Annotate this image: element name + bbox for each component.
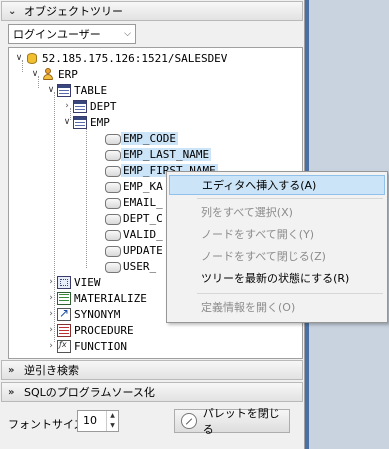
column-icon (105, 244, 121, 257)
tree-node-table-folder[interactable]: ∨ TABLE (45, 82, 107, 98)
font-size-value[interactable]: 10 (78, 411, 106, 431)
table-label: DEPT (90, 99, 117, 113)
collapse-chevron-icon[interactable]: ⌄ (8, 6, 18, 17)
close-palette-label: パレットを閉じる (202, 407, 280, 436)
column-label: DEPT_C (123, 211, 163, 225)
tree-node-connection[interactable]: ∨ 52.185.175.126:1521/SALESDEV (13, 50, 228, 66)
stepper-down-icon[interactable]: ▼ (107, 421, 118, 431)
procedure-icon (57, 323, 71, 337)
expand-toggle-icon[interactable]: › (61, 101, 73, 111)
tree-node-column[interactable]: EMP_KA (105, 178, 165, 194)
tree-node-procedure-folder[interactable]: › PROCEDURE (45, 322, 134, 338)
schema-filter-combo[interactable]: ログインユーザー ⌵ (8, 24, 136, 44)
column-label: EMAIL_ (123, 195, 163, 209)
tree-node-view-folder[interactable]: › VIEW (45, 274, 101, 290)
folder-label: SYNONYM (74, 307, 121, 321)
column-icon (105, 212, 121, 225)
column-icon (105, 164, 121, 177)
table-label: EMP (90, 115, 110, 129)
context-menu: エディタへ挿入する(A) 列をすべて選択(X) ノードをすべて開く(Y) ノード… (166, 171, 388, 323)
folder-label: VIEW (74, 275, 101, 289)
column-icon (105, 260, 121, 273)
tree-node-column[interactable]: USER_ (105, 258, 158, 274)
tree-node-function-folder[interactable]: › FUNCTION (45, 338, 127, 354)
reverse-search-header[interactable]: » 逆引き検索 (1, 360, 303, 380)
expand-toggle-icon[interactable]: › (45, 341, 57, 351)
expand-toggle-icon[interactable]: ∨ (29, 69, 41, 79)
expand-chevron-icon[interactable]: » (8, 387, 18, 398)
tree-node-table-emp[interactable]: ∨ EMP (61, 114, 110, 130)
schema-label: ERP (58, 67, 78, 81)
column-label: UPDATE (123, 243, 163, 257)
tree-node-column[interactable]: DEPT_C (105, 210, 165, 226)
column-label: USER_ (123, 259, 157, 273)
close-palette-button[interactable]: パレットを閉じる (174, 407, 290, 436)
tree-node-materialized-folder[interactable]: › MATERIALIZE (45, 290, 147, 306)
tree-node-synonym-folder[interactable]: › SYNONYM (45, 306, 120, 322)
chevron-down-icon[interactable]: ⌵ (124, 29, 131, 39)
tree-node-column[interactable]: VALID_ (105, 226, 165, 242)
menu-separator (197, 293, 383, 294)
expand-toggle-icon[interactable]: › (45, 277, 57, 287)
reverse-search-title: 逆引き検索 (24, 364, 79, 377)
menu-item-refresh-tree[interactable]: ツリーを最新の状態にする(R) (169, 268, 385, 288)
column-icon (105, 148, 121, 161)
table-icon (73, 99, 87, 113)
tree-node-column[interactable]: EMAIL_ (105, 194, 165, 210)
menu-item-collapse-all[interactable]: ノードをすべて閉じる(Z) (169, 246, 385, 266)
sql-source-title: SQLのプログラムソース化 (24, 386, 155, 399)
column-label: EMP_CODE (121, 131, 178, 145)
synonym-icon (57, 306, 71, 321)
object-tree-header[interactable]: ⌄ オブジェクトツリー (1, 1, 303, 21)
column-icon (105, 196, 121, 209)
folder-label: MATERIALIZE (74, 291, 147, 305)
column-icon (105, 180, 121, 193)
tree-node-table-dept[interactable]: › DEPT (61, 98, 117, 114)
expand-toggle-icon[interactable]: ∨ (45, 85, 57, 95)
tree-node-column[interactable]: EMP_CODE (105, 130, 178, 146)
sql-source-header[interactable]: » SQLのプログラムソース化 (1, 382, 303, 402)
table-icon (73, 115, 87, 129)
column-icon (105, 228, 121, 241)
expand-chevron-icon[interactable]: » (8, 365, 18, 376)
menu-item-expand-all[interactable]: ノードをすべて開く(Y) (169, 224, 385, 244)
column-icon (105, 132, 121, 145)
table-icon (57, 83, 71, 97)
expand-toggle-icon[interactable]: › (45, 309, 57, 319)
tree-node-column[interactable]: UPDATE (105, 242, 165, 258)
tree-node-schema[interactable]: ∨ ERP (29, 66, 78, 82)
column-label: EMP_LAST_NAME (121, 147, 212, 161)
expand-toggle-icon[interactable]: ∨ (13, 53, 25, 63)
font-size-label: フォントサイズ (8, 418, 85, 431)
expand-toggle-icon[interactable]: › (45, 293, 57, 303)
schema-filter-value: ログインユーザー (13, 28, 101, 41)
tree-node-column[interactable]: EMP_LAST_NAME (105, 146, 212, 162)
materialized-view-icon (57, 291, 71, 305)
column-label: EMP_KA (123, 179, 163, 193)
menu-separator (197, 198, 383, 199)
menu-item-select-all-columns[interactable]: 列をすべて選択(X) (169, 202, 385, 222)
column-label: VALID_ (123, 227, 163, 241)
no-entry-icon (181, 413, 197, 429)
database-icon (25, 52, 39, 65)
font-size-stepper[interactable]: 10 ▲ ▼ (77, 410, 119, 432)
stepper-buttons[interactable]: ▲ ▼ (106, 411, 118, 431)
folder-label: FUNCTION (74, 339, 127, 353)
function-icon (57, 339, 71, 353)
bottom-toolbar: フォントサイズ 10 ▲ ▼ パレットを閉じる (1, 404, 303, 449)
menu-item-open-definition[interactable]: 定義情報を開く(O) (169, 297, 385, 317)
table-folder-label: TABLE (74, 83, 108, 97)
menu-item-insert-editor[interactable]: エディタへ挿入する(A) (169, 175, 385, 195)
view-icon (57, 275, 71, 289)
object-tree-title: オブジェクトツリー (24, 5, 123, 18)
stepper-up-icon[interactable]: ▲ (107, 411, 118, 421)
expand-toggle-icon[interactable]: › (45, 325, 57, 335)
user-schema-icon (41, 67, 55, 81)
folder-label: PROCEDURE (74, 323, 134, 337)
connection-label: 52.185.175.126:1521/SALESDEV (42, 51, 228, 65)
expand-toggle-icon[interactable]: ∨ (61, 117, 73, 127)
